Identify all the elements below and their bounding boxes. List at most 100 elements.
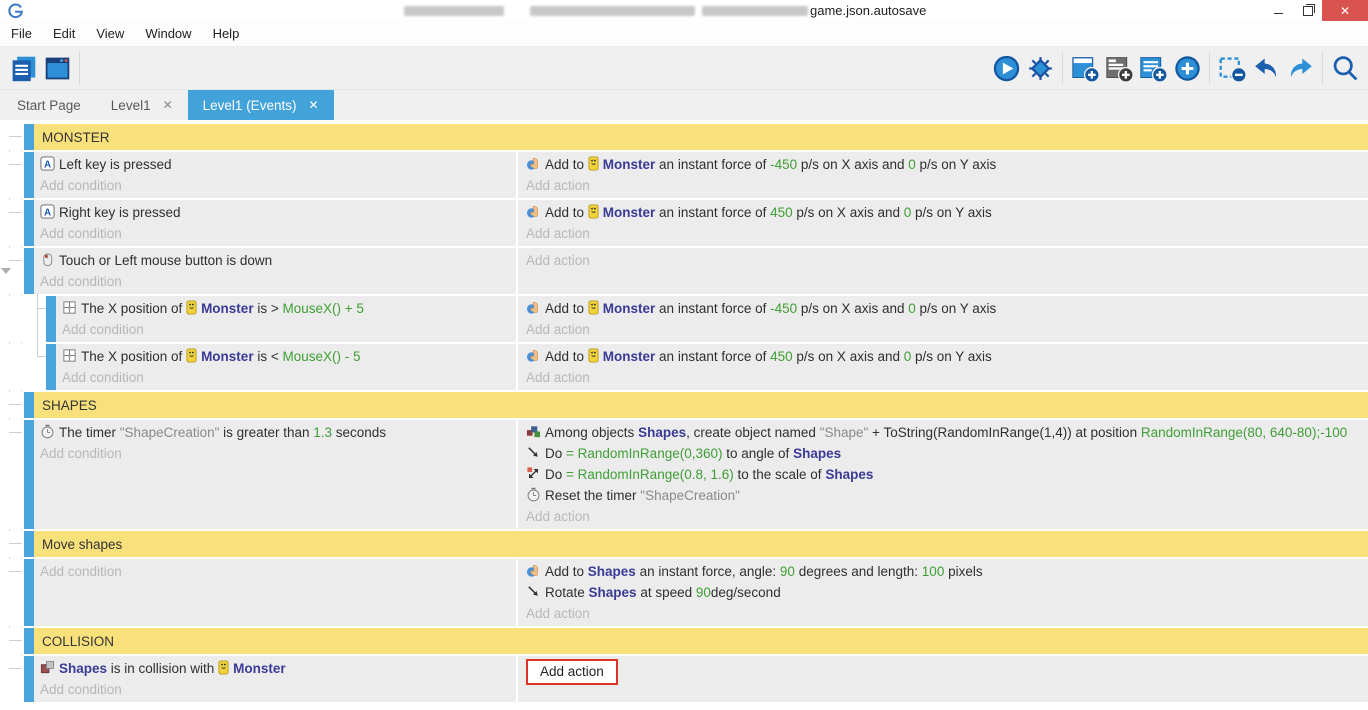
event-group-header[interactable]: MONSTER <box>34 124 1368 150</box>
conditions-cell: Add condition <box>34 559 516 626</box>
play-icon[interactable] <box>989 50 1023 86</box>
undo-icon[interactable] <box>1249 50 1283 86</box>
minimize-button[interactable] <box>1264 0 1293 21</box>
action[interactable]: Add to Monster an instant force of 450 p… <box>526 202 1368 223</box>
condition[interactable]: The X position of Monster is < MouseX() … <box>62 346 516 367</box>
condition[interactable]: Touch or Left mouse button is down <box>40 250 516 271</box>
add-condition-button[interactable]: Add condition <box>62 319 516 340</box>
action[interactable]: Among objects Shapes, create object name… <box>526 422 1368 443</box>
add-action-button[interactable]: Add action <box>526 367 1368 388</box>
action[interactable]: Add to Monster an instant force of -450 … <box>526 154 1368 175</box>
tab-level1[interactable]: Level1✕ <box>96 90 188 120</box>
tree-line <box>37 342 38 356</box>
text-segment: Right key is pressed <box>59 205 181 220</box>
monster-icon <box>588 348 599 363</box>
tab-close-icon[interactable]: ✕ <box>308 98 318 112</box>
add-condition-button[interactable]: Add condition <box>40 271 516 292</box>
tree-gutter <box>0 200 24 246</box>
text-segment: Do <box>545 446 566 461</box>
maximize-button[interactable] <box>1293 0 1322 21</box>
search-icon[interactable] <box>1328 50 1362 86</box>
toolbar-separator <box>79 52 80 84</box>
add-action-button[interactable]: Add action <box>526 603 1368 624</box>
add-condition-button[interactable]: Add condition <box>40 679 516 700</box>
menu-item-edit[interactable]: Edit <box>51 24 77 43</box>
tab-close-icon[interactable]: ✕ <box>163 98 173 112</box>
event-group-header[interactable]: SHAPES <box>34 392 1368 418</box>
action[interactable]: Add to Monster an instant force of -450 … <box>526 298 1368 319</box>
project-manager-icon[interactable] <box>6 50 40 86</box>
condition[interactable]: ARight key is pressed <box>40 202 516 223</box>
text-segment: an instant force of <box>655 157 770 172</box>
add-subevent-icon[interactable] <box>1102 50 1136 86</box>
scene-editor-icon[interactable] <box>40 50 74 86</box>
condition[interactable]: Shapes is in collision with Monster <box>40 658 516 679</box>
event-group-header[interactable]: Move shapes <box>34 531 1368 557</box>
condition[interactable]: The X position of Monster is > MouseX() … <box>62 298 516 319</box>
action[interactable]: Add to Monster an instant force of 450 p… <box>526 346 1368 367</box>
text-segment: deg/second <box>711 585 781 600</box>
add-comment-icon[interactable] <box>1136 50 1170 86</box>
text-segment: to the scale of <box>734 467 826 482</box>
add-condition-button[interactable]: Add condition <box>62 367 516 388</box>
position-icon <box>62 348 77 363</box>
actions-cell: Add action <box>518 248 1368 294</box>
event-group-header[interactable]: COLLISION <box>34 628 1368 654</box>
text-segment: p/s on X axis and <box>797 301 908 316</box>
event-indent-bar <box>24 628 34 654</box>
menu-item-help[interactable]: Help <box>211 24 242 43</box>
add-action-button[interactable]: Add action <box>526 506 1368 527</box>
event-indent-bar <box>24 656 34 702</box>
collapse-arrow-icon[interactable] <box>1 268 11 274</box>
text-segment: , create object named <box>686 425 820 440</box>
tab-start-page[interactable]: Start Page <box>2 90 96 120</box>
action[interactable]: Add to Shapes an instant force, angle: 9… <box>526 561 1368 582</box>
tree-stub <box>9 164 22 165</box>
action[interactable]: Do = RandomInRange(0.8, 1.6) to the scal… <box>526 464 1368 485</box>
text-segment: an instant force of <box>655 349 770 364</box>
rotate-icon <box>526 584 541 599</box>
text-segment: to angle of <box>723 446 794 461</box>
remove-selection-icon[interactable] <box>1215 50 1249 86</box>
tree-stub <box>9 260 22 261</box>
menu-item-window[interactable]: Window <box>143 24 193 43</box>
add-action-button[interactable]: Add action <box>526 659 618 685</box>
add-action-button[interactable]: Add action <box>526 223 1368 244</box>
text-segment: p/s on Y axis <box>916 157 997 172</box>
add-action-button[interactable]: Add action <box>526 250 1368 271</box>
tab-level1-events-[interactable]: Level1 (Events) ✕ <box>188 90 334 120</box>
tab-label: Level1 (Events) <box>203 98 297 113</box>
text-segment: The X position of <box>81 301 186 316</box>
add-event-icon[interactable] <box>1068 50 1102 86</box>
text-segment: degrees and length: <box>795 564 922 579</box>
text-segment: 450 <box>770 349 793 364</box>
condition[interactable]: The timer "ShapeCreation" is greater tha… <box>40 422 516 443</box>
menu-item-file[interactable]: File <box>9 24 34 43</box>
redo-icon[interactable] <box>1283 50 1317 86</box>
add-condition-button[interactable]: Add condition <box>40 223 516 244</box>
timer-icon <box>40 424 55 439</box>
menu-item-view[interactable]: View <box>94 24 126 43</box>
event-row: ARight key is pressedAdd condition Add to… <box>0 200 1368 246</box>
event-indent-bar <box>24 420 34 529</box>
action[interactable]: Reset the timer "ShapeCreation" <box>526 485 1368 506</box>
debugger-icon[interactable] <box>1023 50 1057 86</box>
add-condition-button[interactable]: Add condition <box>40 561 516 582</box>
toolbar-separator <box>1209 52 1210 84</box>
add-action-button[interactable]: Add action <box>526 175 1368 196</box>
event-row: The timer "ShapeCreation" is greater tha… <box>0 420 1368 529</box>
add-condition-button[interactable]: Add condition <box>40 443 516 464</box>
keyboard-icon: A <box>40 156 55 171</box>
text-segment: Rotate <box>545 585 589 600</box>
add-circle-icon[interactable] <box>1170 50 1204 86</box>
action[interactable]: Rotate Shapes at speed 90deg/second <box>526 582 1368 603</box>
conditions-cell: The X position of Monster is > MouseX() … <box>56 296 516 342</box>
close-button[interactable]: ✕ <box>1322 0 1368 21</box>
add-action-button[interactable]: Add action <box>526 319 1368 340</box>
text-segment: Monster <box>201 349 254 364</box>
add-condition-button[interactable]: Add condition <box>40 175 516 196</box>
text-segment: 1.3 <box>313 425 332 440</box>
condition[interactable]: ALeft key is pressed <box>40 154 516 175</box>
tree-gutter <box>0 559 24 626</box>
action[interactable]: Do = RandomInRange(0,360) to angle of Sh… <box>526 443 1368 464</box>
